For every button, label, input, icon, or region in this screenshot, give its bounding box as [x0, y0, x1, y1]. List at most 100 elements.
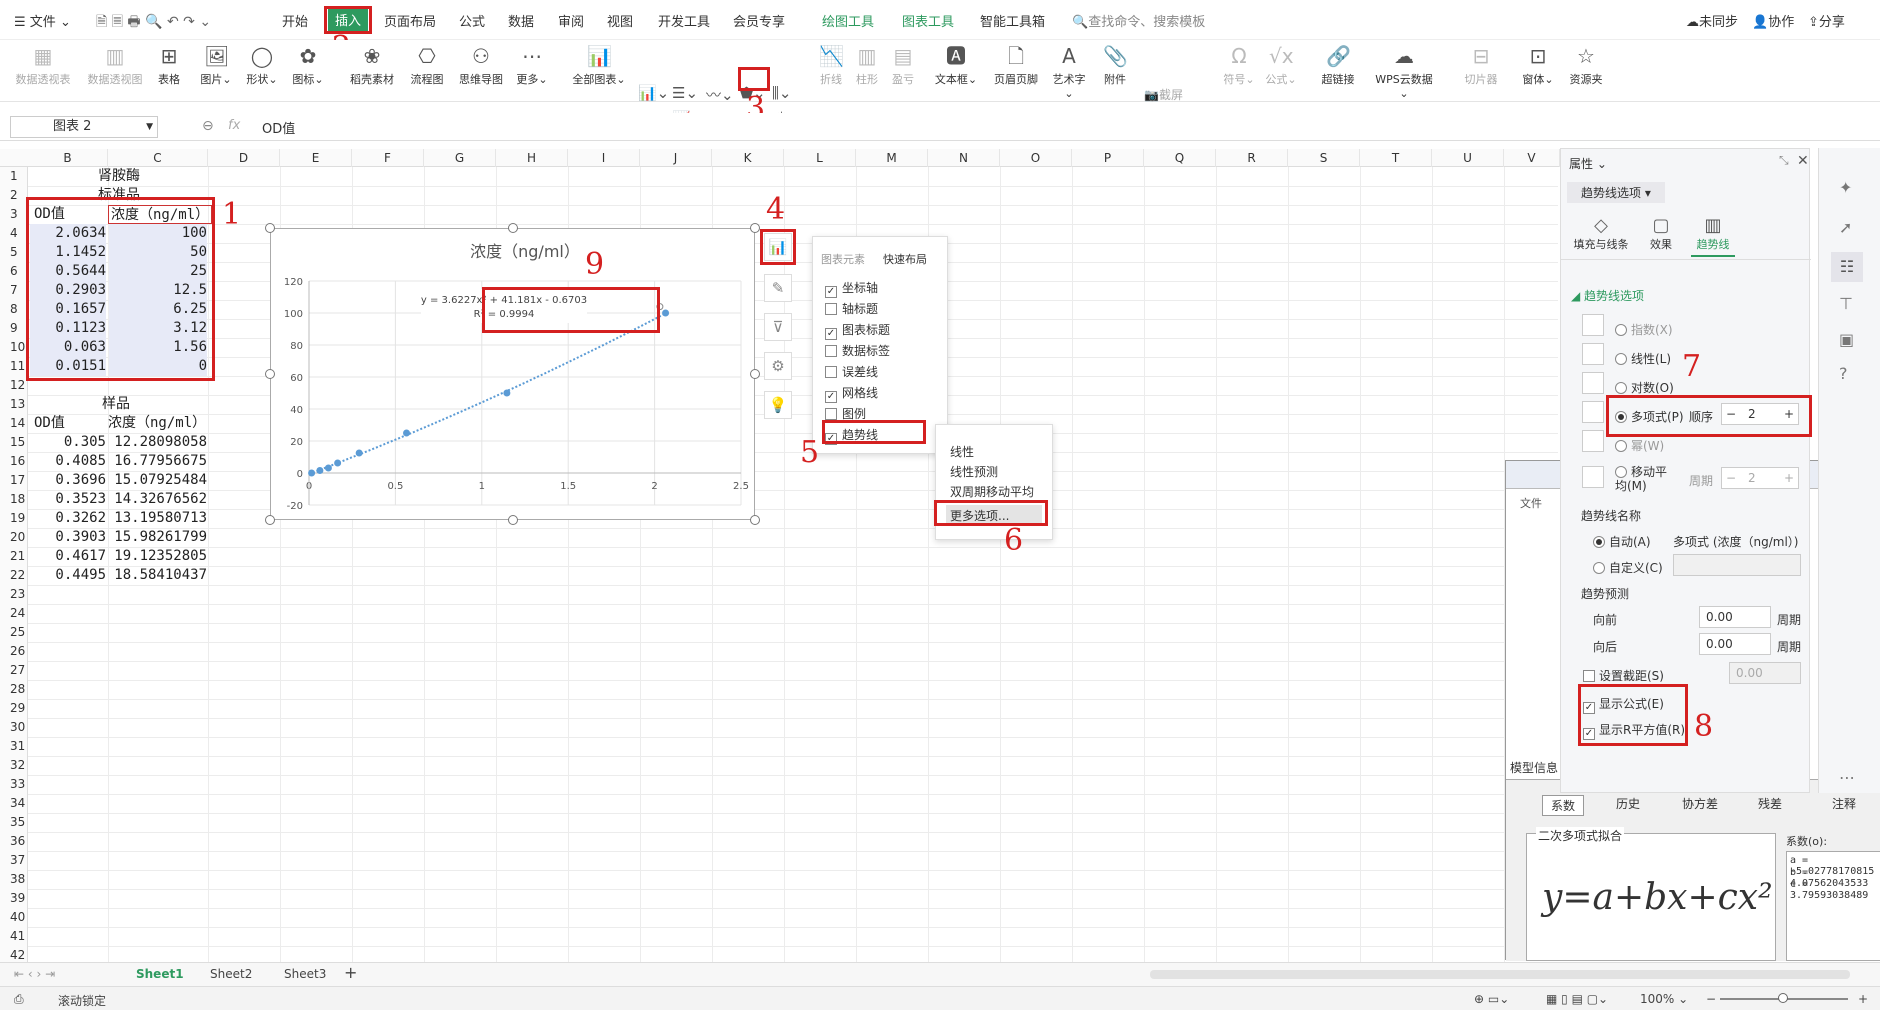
- cell-sample-od[interactable]: 0.4495: [30, 566, 106, 585]
- row-header[interactable]: 4: [0, 224, 28, 243]
- cell-sample-od[interactable]: 0.3696: [30, 471, 106, 490]
- zoom-level[interactable]: 100% ⌄: [1640, 992, 1688, 1006]
- macro-icon[interactable]: ⎙: [14, 992, 24, 1007]
- picture-button[interactable]: 🖼 图片⌄: [198, 44, 234, 87]
- row-header[interactable]: 24: [0, 604, 28, 623]
- radio-log[interactable]: 对数(O): [1615, 379, 1674, 396]
- resize-handle[interactable]: [750, 223, 760, 233]
- textbox-button[interactable]: 🅰 文本框⌄: [934, 44, 978, 87]
- tab-chart-tools[interactable]: 图表工具: [902, 11, 954, 30]
- cell-title1[interactable]: 肾胺酶: [98, 167, 140, 186]
- col-header[interactable]: C: [108, 149, 208, 167]
- format-icon[interactable]: ⊤: [1839, 294, 1853, 313]
- properties-icon[interactable]: ☷: [1831, 252, 1863, 282]
- zoom-in-icon[interactable]: +: [1858, 992, 1868, 1006]
- tab-member[interactable]: 会员专享: [733, 11, 785, 30]
- shape-button[interactable]: ◯ 形状⌄: [244, 44, 280, 87]
- checkbox-chart-element[interactable]: ✓ 坐标轴: [825, 279, 878, 298]
- chart-filter-button[interactable]: ⊽: [764, 313, 792, 341]
- cell-sample-conc[interactable]: 18.58410437: [109, 566, 207, 585]
- col-header[interactable]: T: [1360, 149, 1432, 167]
- resize-handle[interactable]: [265, 369, 275, 379]
- sparkline-line-button[interactable]: 📉 折线: [816, 44, 846, 87]
- radio-exponential[interactable]: 指数(X): [1615, 321, 1673, 338]
- tab-quick-layout[interactable]: 快速布局: [883, 251, 927, 267]
- wordart-button[interactable]: A 艺术字⌄: [1048, 44, 1090, 100]
- tab-drawing-tools[interactable]: 绘图工具: [822, 11, 874, 30]
- menu-item-linear[interactable]: 线性: [950, 443, 974, 460]
- row-header[interactable]: 34: [0, 794, 28, 813]
- formula-input[interactable]: OD值: [262, 118, 295, 137]
- row-header[interactable]: 13: [0, 395, 28, 414]
- line-chart-icon[interactable]: 〰⌄: [706, 84, 734, 105]
- col-header[interactable]: I: [568, 149, 640, 167]
- col-header[interactable]: O: [1000, 149, 1072, 167]
- screenshot-button[interactable]: 📷截屏: [1144, 86, 1183, 103]
- fx-icon[interactable]: fx: [228, 118, 240, 133]
- tab-covariance[interactable]: 协方差: [1682, 795, 1718, 812]
- checkbox-chart-element[interactable]: ✓ 网格线: [825, 384, 878, 403]
- trendline-options-dropdown[interactable]: 趋势线选项 ▾: [1567, 182, 1665, 203]
- row-header[interactable]: 14: [0, 414, 28, 433]
- all-charts-button[interactable]: 📊 全部图表⌄: [570, 44, 628, 87]
- icon-button[interactable]: ✿ 图标⌄: [290, 44, 326, 87]
- intercept-input[interactable]: 0.00: [1729, 662, 1801, 684]
- checkbox-chart-element[interactable]: 轴标题: [825, 300, 878, 317]
- resize-handle[interactable]: [265, 515, 275, 525]
- cell-sample-od[interactable]: 0.4085: [30, 452, 106, 471]
- tab-notes[interactable]: 注释: [1832, 795, 1856, 812]
- row-header[interactable]: 27: [0, 661, 28, 680]
- row-header[interactable]: 32: [0, 756, 28, 775]
- col-header[interactable]: U: [1432, 149, 1504, 167]
- file-menu[interactable]: ☰ 文件 ⌄: [14, 11, 71, 30]
- tab-fill-line[interactable]: ◇ 填充与线条: [1571, 215, 1631, 252]
- sparkline-winloss-button[interactable]: ▤ 盈亏: [888, 44, 918, 87]
- row-header[interactable]: 38: [0, 870, 28, 889]
- row-header[interactable]: 39: [0, 889, 28, 908]
- mindmap-button[interactable]: ⚇ 思维导图: [456, 44, 506, 87]
- chart-idea-button[interactable]: 💡: [764, 391, 792, 419]
- wps-cloud-data-button[interactable]: ☁ WPS云数据⌄: [1372, 44, 1436, 100]
- tab-data[interactable]: 数据: [508, 11, 534, 30]
- horizontal-scrollbar[interactable]: [1150, 970, 1850, 979]
- table-button[interactable]: ⊞ 表格: [152, 44, 186, 87]
- row-header[interactable]: 35: [0, 813, 28, 832]
- slicer-button[interactable]: ⊟ 切片器: [1460, 44, 1502, 87]
- zoom-formula-icon[interactable]: ⊖: [202, 118, 214, 134]
- tab-sheet1[interactable]: Sheet1: [136, 967, 184, 981]
- row-header[interactable]: 17: [0, 471, 28, 490]
- pivot-chart-button[interactable]: ▥ 数据透视图: [82, 44, 148, 87]
- row-header[interactable]: 19: [0, 509, 28, 528]
- row-header[interactable]: 7: [0, 281, 28, 300]
- row-header[interactable]: 15: [0, 433, 28, 452]
- header-footer-button[interactable]: 🗋 页眉页脚: [990, 44, 1042, 87]
- col-header[interactable]: P: [1072, 149, 1144, 167]
- resize-handle[interactable]: [750, 515, 760, 525]
- column-chart-icon[interactable]: 📊⌄: [638, 84, 669, 102]
- name-box[interactable]: 图表 2 ▼: [10, 116, 158, 138]
- menu-item-moving-average[interactable]: 双周期移动平均: [950, 483, 1034, 500]
- col-header[interactable]: D: [208, 149, 280, 167]
- row-header[interactable]: 2: [0, 186, 28, 205]
- row-header[interactable]: 21: [0, 547, 28, 566]
- select-icon[interactable]: ➚: [1839, 218, 1852, 237]
- symbol-button[interactable]: Ω 符号⌄: [1222, 44, 1256, 87]
- minus-icon[interactable]: −: [1726, 468, 1736, 488]
- cell-sample-conc[interactable]: 14.32676562: [109, 490, 207, 509]
- cell-sample-conc[interactable]: 12.28098058: [109, 433, 207, 452]
- cell-header-od2[interactable]: OD值: [34, 414, 65, 433]
- col-header[interactable]: E: [280, 149, 352, 167]
- row-header[interactable]: 1: [0, 167, 28, 186]
- col-header[interactable]: F: [352, 149, 424, 167]
- checkbox-chart-element[interactable]: 数据标签: [825, 342, 890, 359]
- resize-handle[interactable]: [750, 369, 760, 379]
- pin-icon[interactable]: ⤡: [1779, 153, 1789, 168]
- row-header[interactable]: 3: [0, 205, 28, 224]
- row-header[interactable]: 11: [0, 357, 28, 376]
- radio-linear[interactable]: 线性(L): [1615, 350, 1671, 367]
- row-header[interactable]: 9: [0, 319, 28, 338]
- cell-sample-conc[interactable]: 15.98261799: [109, 528, 207, 547]
- tab-sheet3[interactable]: Sheet3: [284, 967, 326, 981]
- tab-view[interactable]: 视图: [607, 11, 633, 30]
- tab-page-layout[interactable]: 页面布局: [384, 11, 436, 30]
